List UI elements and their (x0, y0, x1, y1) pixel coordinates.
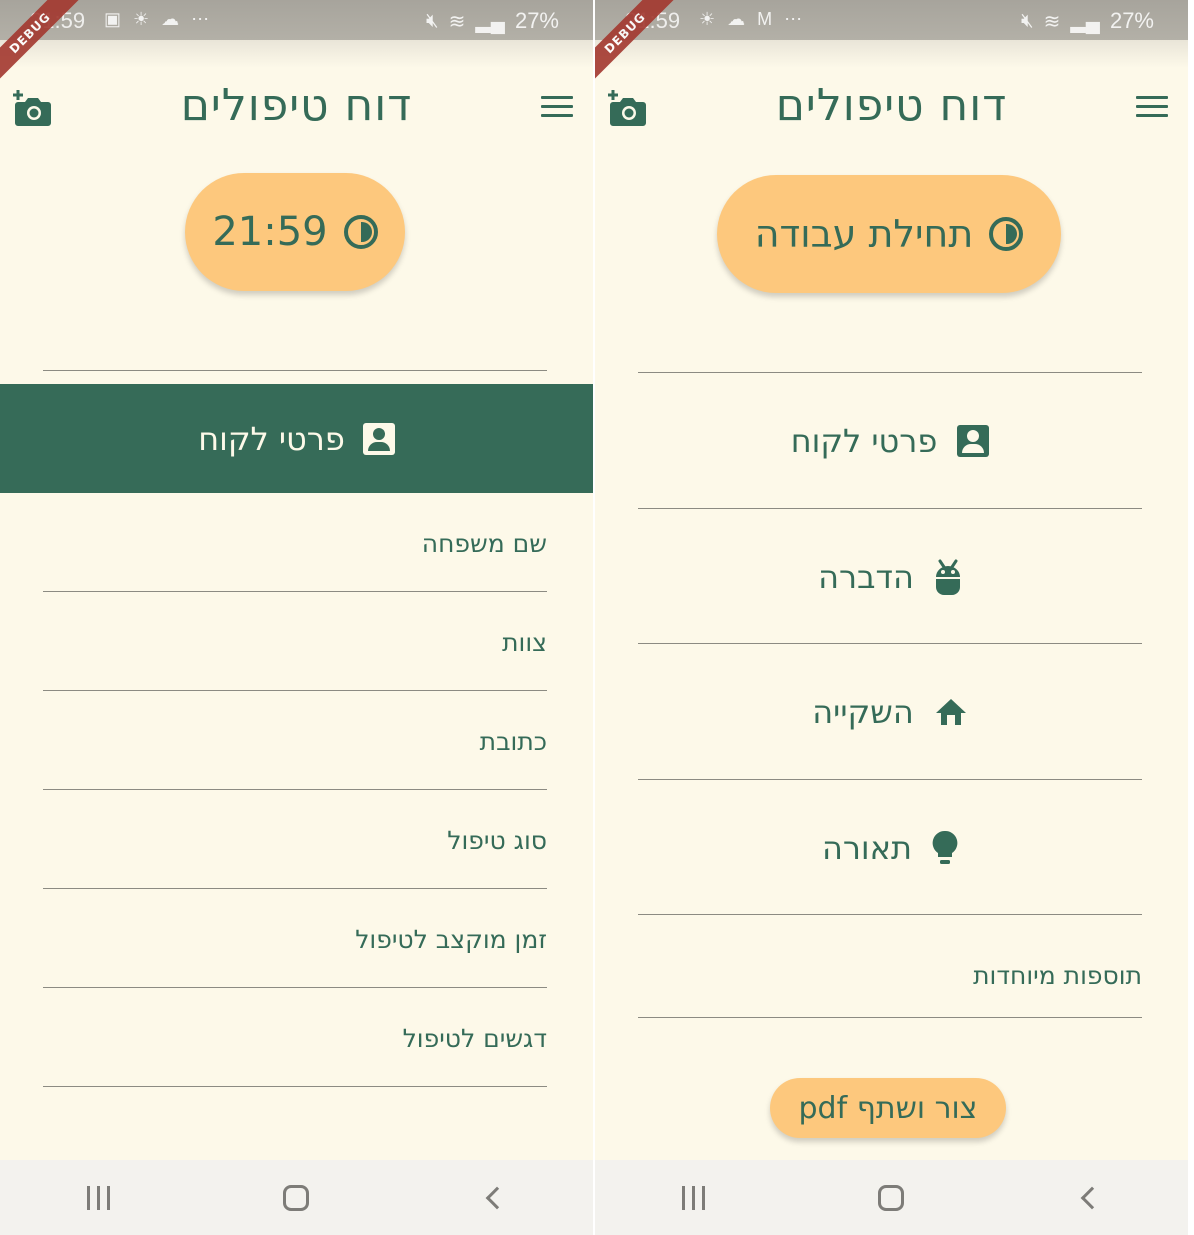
menu-item-label: השקייה (812, 692, 914, 731)
allotted-time-field[interactable]: זמן מוקצב לטיפול (43, 889, 547, 988)
lightbulb-icon (932, 830, 958, 864)
menu-item-irrigation[interactable]: השקייה (638, 644, 1142, 779)
timer-icon (343, 215, 378, 249)
back-button[interactable] (1059, 1173, 1119, 1223)
field-label: תוספות מיוחדות (973, 961, 1142, 990)
field-label: דגשים לטיפול (402, 1024, 547, 1053)
status-bar: 21:59 ▣ ☀ ☁ ⋯ 🔇︎ ≋ ▂▄ 27% (0, 0, 593, 40)
recent-apps-icon (682, 1185, 706, 1210)
menu-item-pest-control[interactable]: הדברה (638, 509, 1142, 644)
wifi-icon: ≋ (1043, 10, 1061, 33)
left-screen: 21:59 ▣ ☀ ☁ ⋯ 🔇︎ ≋ ▂▄ 27% DEBUG דוח טיפו… (0, 0, 593, 1235)
last-name-field[interactable]: שם משפחה (43, 493, 547, 592)
field-label: צוות (502, 628, 547, 657)
start-work-label: תחילת עבודה (754, 212, 974, 256)
field-label: שם משפחה (421, 529, 547, 558)
weather-icon: ☀ (133, 9, 150, 29)
client-details-header[interactable]: פרטי לקוח (0, 384, 593, 493)
home-button[interactable] (861, 1173, 921, 1223)
treatment-type-field[interactable]: סוג טיפול (43, 790, 547, 889)
home-icon (935, 698, 966, 725)
page-title: דוח טיפולים (180, 80, 413, 131)
timer-icon (989, 217, 1024, 251)
gallery-icon: ▣ (104, 9, 122, 29)
system-nav-bar (0, 1160, 593, 1235)
menu-icon (1136, 96, 1168, 99)
contact-card-icon (957, 424, 990, 457)
bug-icon (935, 559, 960, 595)
treatment-notes-field[interactable]: דגשים לטיפול (43, 988, 547, 1087)
back-button[interactable] (464, 1173, 524, 1223)
battery-level: 27% (514, 8, 559, 33)
menu-item-lighting[interactable]: תאורה (638, 780, 1142, 915)
more-notifications-icon: ⋯ (191, 9, 210, 29)
right-screen: 21:59 ☀ ☁ M ⋯ 🔇︎ ≋ ▂▄ 27% DEBUG דוח טיפו… (595, 0, 1188, 1235)
recent-apps-icon (87, 1185, 111, 1210)
mute-icon: 🔇︎ (426, 9, 439, 32)
cloud-icon: ☁ (161, 9, 180, 29)
cloud-icon: ☁ (727, 9, 746, 29)
start-work-button[interactable]: תחילת עבודה (717, 175, 1061, 293)
section-title: פרטי לקוח (198, 419, 345, 458)
gmail-icon: M (757, 9, 773, 29)
home-circle-icon (283, 1184, 310, 1211)
field-label: סוג טיפול (447, 826, 547, 855)
menu-item-client-details[interactable]: פרטי לקוח (638, 373, 1142, 508)
menu-icon (541, 96, 573, 99)
page-title: דוח טיפולים (775, 80, 1008, 131)
pdf-button-label: צור ושתף pdf (798, 1090, 978, 1126)
home-button[interactable] (266, 1173, 326, 1223)
home-circle-icon (878, 1184, 905, 1211)
more-notifications-icon: ⋯ (784, 9, 803, 29)
recent-apps-button[interactable] (69, 1173, 129, 1223)
back-chevron-icon (485, 1186, 509, 1209)
back-chevron-icon (1080, 1186, 1104, 1209)
signal-icon: ▂▄ (1070, 10, 1100, 33)
special-extras-field[interactable]: תוספות מיוחדות (638, 915, 1142, 1018)
field-label: זמן מוקצב לטיפול (355, 925, 547, 954)
field-label: כתובת (479, 727, 547, 756)
timer-label: 21:59 (212, 209, 328, 255)
system-nav-bar (595, 1160, 1188, 1235)
menu-item-label: הדברה (818, 557, 914, 596)
battery-level: 27% (1109, 8, 1154, 33)
signal-icon: ▂▄ (475, 10, 505, 33)
weather-icon: ☀ (699, 9, 716, 29)
hamburger-menu-button[interactable] (1136, 96, 1168, 120)
hamburger-menu-button[interactable] (541, 96, 573, 120)
recent-apps-button[interactable] (664, 1173, 724, 1223)
contact-card-icon (362, 422, 395, 455)
team-field[interactable]: צוות (43, 592, 547, 691)
timer-button[interactable]: 21:59 (185, 173, 405, 291)
status-bar: 21:59 ☀ ☁ M ⋯ 🔇︎ ≋ ▂▄ 27% (595, 0, 1188, 40)
menu-item-label: תאורה (821, 828, 913, 867)
menu-item-label: פרטי לקוח (790, 421, 938, 460)
divider (43, 370, 547, 371)
wifi-icon: ≋ (448, 10, 466, 33)
mute-icon: 🔇︎ (1021, 9, 1034, 32)
create-share-pdf-button[interactable]: צור ושתף pdf (770, 1078, 1006, 1138)
address-field[interactable]: כתובת (43, 691, 547, 790)
